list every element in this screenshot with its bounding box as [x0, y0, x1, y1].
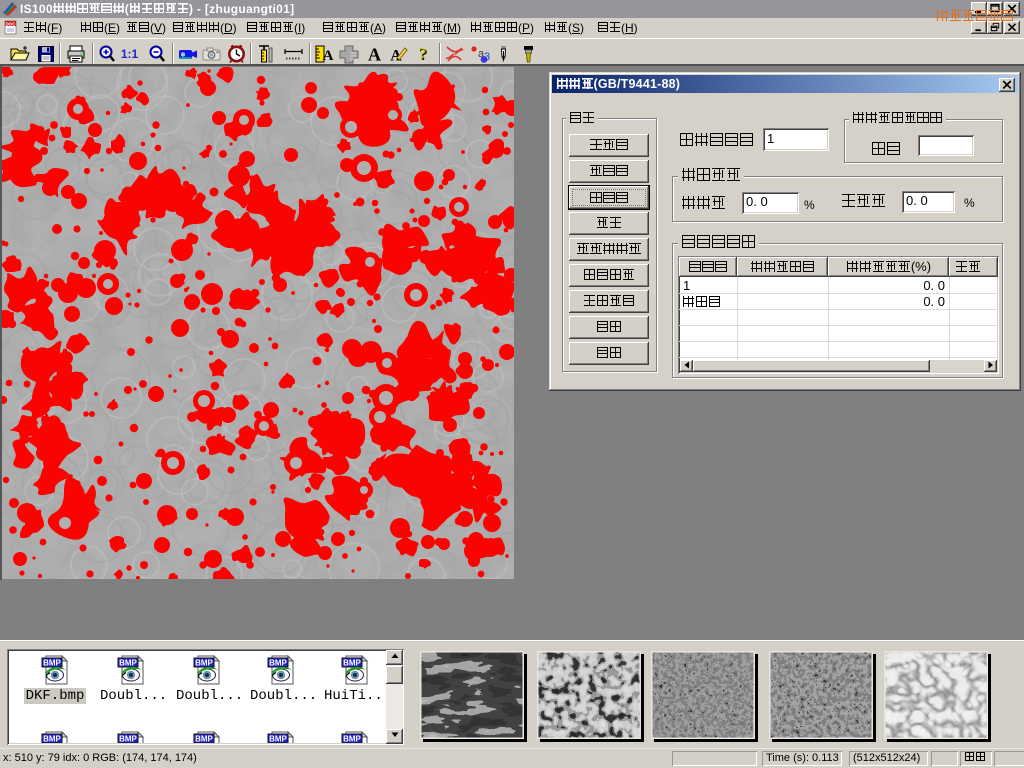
svg-text:BMP: BMP: [343, 735, 361, 744]
svg-text:BMP: BMP: [119, 659, 137, 668]
svg-text:A: A: [368, 45, 381, 65]
svg-text:BMP: BMP: [43, 659, 61, 668]
svg-text:BMP: BMP: [119, 735, 137, 744]
svg-text:BMP: BMP: [269, 659, 287, 668]
svg-text:?: ?: [418, 44, 427, 63]
svg-text:A: A: [323, 48, 334, 64]
svg-text:BMP: BMP: [343, 659, 361, 668]
svg-text:1:1: 1:1: [121, 47, 139, 61]
svg-text:BMP: BMP: [43, 735, 61, 744]
svg-text:BMP: BMP: [195, 735, 213, 744]
svg-text:BMP: BMP: [269, 735, 287, 744]
svg-text:BMP: BMP: [195, 659, 213, 668]
svg-text:DOC: DOC: [6, 22, 17, 27]
